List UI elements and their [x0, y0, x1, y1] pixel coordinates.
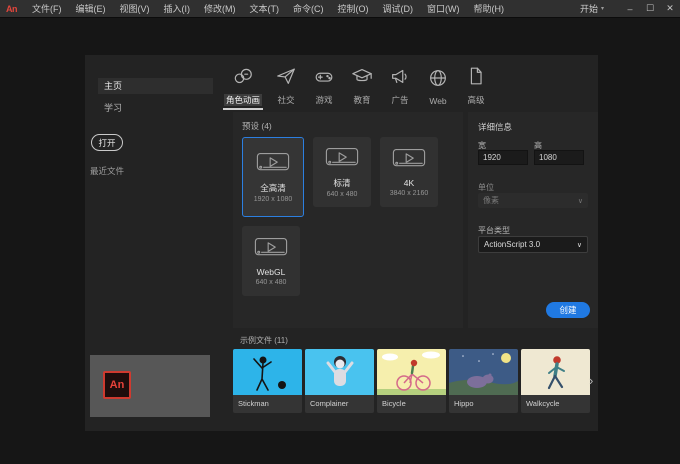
tab-label: 社交 [277, 95, 295, 105]
welcome-panel: 主页 学习 打开 最近文件 角色动画 社交 游戏 教育 广告 Web 高级 预设… [85, 55, 598, 431]
tab-label: Web [429, 96, 447, 106]
preset-size: 3840 x 2160 [389, 189, 429, 197]
sample-card-hippo[interactable]: Hippo [449, 349, 518, 413]
chevron-down-icon: ∨ [576, 241, 582, 249]
titlebar: An 文件(F) 编辑(E) 视图(V) 插入(I) 修改(M) 文本(T) 命… [0, 0, 680, 18]
megaphone-icon [389, 65, 411, 92]
bicycle-thumbnail [377, 349, 446, 395]
preset-card-4k[interactable]: 4K 3840 x 2160 [380, 137, 438, 207]
menu-commands[interactable]: 命令(C) [286, 2, 331, 15]
video-preset-icon [325, 147, 359, 175]
sample-card-stickman[interactable]: Stickman [233, 349, 302, 413]
tab-game[interactable]: 游戏 [305, 65, 343, 110]
details-heading: 详细信息 [478, 122, 513, 132]
details-section: 详细信息 宽 高 单位 像素 ∨ 平台类型 ActionScript 3.0 ∨… [468, 112, 598, 328]
preset-card-webgl[interactable]: WebGL 640 x 480 [242, 226, 300, 296]
tab-education[interactable]: 教育 [343, 65, 381, 110]
sample-name: Stickman [238, 399, 269, 408]
platform-select[interactable]: ActionScript 3.0 ∨ [478, 236, 588, 253]
animate-app-icon: An [6, 3, 18, 14]
character-animation-icon [232, 65, 254, 92]
game-controller-icon [313, 65, 335, 92]
workspace-switcher[interactable]: 开始 ▾ [580, 2, 604, 15]
sample-name: Complainer [310, 399, 349, 408]
menu-control[interactable]: 控制(O) [331, 2, 376, 15]
video-preset-icon [256, 152, 290, 180]
preset-name: 全高清 [260, 182, 286, 193]
preset-size: 1920 x 1080 [253, 195, 293, 203]
menu-edit[interactable]: 编辑(E) [69, 2, 113, 15]
close-button[interactable]: ✕ [660, 3, 680, 14]
branding-panel: An [90, 355, 210, 417]
platform-value: ActionScript 3.0 [484, 240, 541, 249]
walkcycle-thumbnail [521, 349, 590, 395]
preset-card-list: 全高清 1920 x 1080 标清 640 x 480 4K 3840 x 2… [242, 137, 456, 296]
tab-label: 教育 [353, 95, 371, 105]
globe-icon [427, 67, 449, 94]
video-preset-icon [392, 148, 426, 176]
video-preset-icon [254, 237, 288, 265]
preset-name: 4K [403, 177, 415, 188]
tab-web[interactable]: Web [419, 67, 457, 110]
platform-label: 平台类型 [478, 226, 510, 235]
preset-size: 640 x 480 [326, 190, 358, 198]
create-button[interactable]: 创建 [546, 302, 590, 318]
minimize-button[interactable]: – [620, 4, 640, 14]
tab-label: 游戏 [315, 95, 333, 105]
samples-next-button[interactable]: › [589, 373, 593, 388]
width-input[interactable] [478, 150, 528, 165]
tab-label: 高级 [467, 95, 485, 105]
preset-card-full-hd[interactable]: 全高清 1920 x 1080 [242, 137, 304, 217]
stickman-thumbnail [233, 349, 302, 395]
animate-logo: An [103, 371, 131, 399]
menu-insert[interactable]: 插入(I) [157, 2, 198, 15]
tab-label: 广告 [391, 95, 409, 105]
units-value: 像素 [483, 196, 499, 205]
presets-heading: 预设 (4) [242, 121, 272, 131]
document-icon [465, 65, 487, 92]
sample-name: Bicycle [382, 399, 406, 408]
maximize-button[interactable]: ☐ [640, 3, 660, 14]
chevron-down-icon: ▾ [600, 6, 604, 12]
complainer-thumbnail [305, 349, 374, 395]
preset-name: WebGL [256, 266, 286, 277]
menu-help[interactable]: 帮助(H) [467, 2, 512, 15]
sample-card-walkcycle[interactable]: Walkcycle [521, 349, 590, 413]
sample-card-complainer[interactable]: Complainer [305, 349, 374, 413]
category-tabbar: 角色动画 社交 游戏 教育 广告 Web 高级 [219, 65, 495, 110]
graduation-cap-icon [351, 65, 373, 92]
tab-label: 角色动画 [223, 94, 262, 106]
tab-character-animation[interactable]: 角色动画 [219, 65, 267, 110]
menu-view[interactable]: 视图(V) [113, 2, 157, 15]
sidebar-item-home[interactable]: 主页 [98, 78, 213, 94]
presets-section: 预设 (4) 全高清 1920 x 1080 标清 640 x 480 4K 3… [233, 112, 463, 328]
sidebar-item-learn[interactable]: 学习 [98, 100, 213, 116]
tab-ads[interactable]: 广告 [381, 65, 419, 110]
preset-card-standard[interactable]: 标清 640 x 480 [313, 137, 371, 207]
open-button[interactable]: 打开 [91, 134, 123, 151]
height-input[interactable] [534, 150, 584, 165]
menu-debug[interactable]: 调试(D) [376, 2, 421, 15]
units-label: 单位 [478, 183, 494, 192]
menu-modify[interactable]: 修改(M) [197, 2, 243, 15]
samples-heading: 示例文件 (11) [240, 336, 288, 345]
chevron-down-icon: ∨ [577, 197, 583, 205]
preset-size: 640 x 480 [255, 278, 287, 286]
sample-card-bicycle[interactable]: Bicycle [377, 349, 446, 413]
menu-file[interactable]: 文件(F) [25, 2, 69, 15]
recent-files-label: 最近文件 [90, 166, 125, 176]
sample-name: Walkcycle [526, 399, 560, 408]
paper-plane-icon [275, 65, 297, 92]
sample-name: Hippo [454, 399, 474, 408]
tab-social[interactable]: 社交 [267, 65, 305, 110]
menu-text[interactable]: 文本(T) [243, 2, 287, 15]
preset-name: 标清 [333, 177, 351, 188]
units-select: 像素 ∨ [478, 193, 588, 208]
tab-advanced[interactable]: 高级 [457, 65, 495, 110]
workspace-label: 开始 [579, 4, 598, 14]
menu-window[interactable]: 窗口(W) [420, 2, 467, 15]
sample-file-list: Stickman Complainer Bicycle Hippo Walkcy… [233, 349, 590, 413]
hippo-thumbnail [449, 349, 518, 395]
